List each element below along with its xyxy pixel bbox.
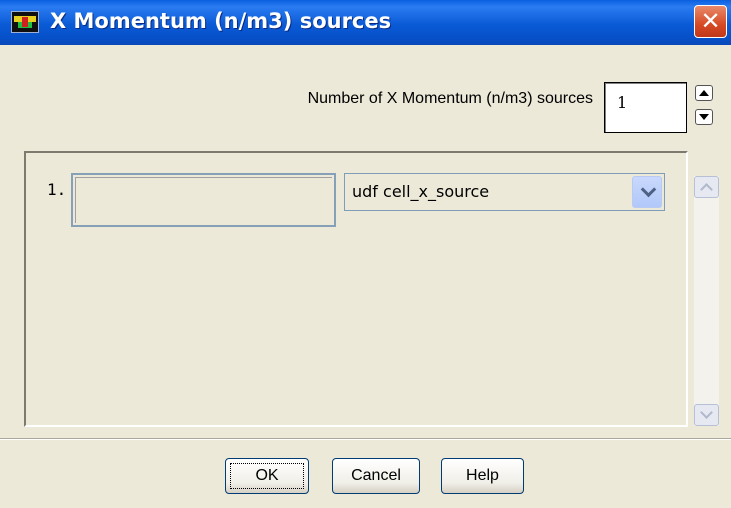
- close-icon: ✕: [700, 7, 721, 35]
- focus-ring: [230, 463, 304, 489]
- vertical-scrollbar[interactable]: [694, 176, 719, 426]
- dropdown-button[interactable]: [632, 176, 662, 208]
- help-button[interactable]: Help: [441, 458, 524, 494]
- divider-highlight: [0, 439, 731, 440]
- help-button-label: Help: [466, 467, 499, 484]
- chevron-down-icon: [640, 181, 657, 198]
- cancel-button-label: Cancel: [351, 467, 401, 484]
- window-title: X Momentum (n/m3) sources: [50, 9, 392, 33]
- source-count-label: Number of X Momentum (n/m3) sources: [307, 90, 593, 107]
- chevron-down-icon: [700, 406, 713, 419]
- ok-button[interactable]: OK: [225, 458, 309, 494]
- title-bar[interactable]: X Momentum (n/m3) sources ✕: [0, 0, 731, 45]
- source-value-field[interactable]: [71, 173, 336, 227]
- source-type-dropdown[interactable]: udf cell_x_source: [344, 173, 665, 211]
- source-type-selected: udf cell_x_source: [352, 182, 490, 201]
- close-button[interactable]: ✕: [694, 5, 727, 38]
- source-value-text: [75, 177, 332, 223]
- app-icon: [11, 11, 39, 33]
- source-row-index: 1.: [47, 180, 67, 199]
- arrow-down-icon: [699, 114, 709, 120]
- scroll-up-button[interactable]: [694, 176, 719, 198]
- dialog-window: X Momentum (n/m3) sources ✕ Number of X …: [0, 0, 731, 508]
- app-icon-band-red: [22, 17, 28, 27]
- chevron-up-icon: [700, 183, 713, 196]
- arrow-up-icon: [699, 90, 709, 96]
- source-count-input[interactable]: 1: [604, 82, 687, 133]
- spin-up-button[interactable]: [695, 85, 713, 101]
- scroll-down-button[interactable]: [694, 404, 719, 426]
- cancel-button[interactable]: Cancel: [332, 458, 420, 494]
- spin-down-button[interactable]: [695, 109, 713, 125]
